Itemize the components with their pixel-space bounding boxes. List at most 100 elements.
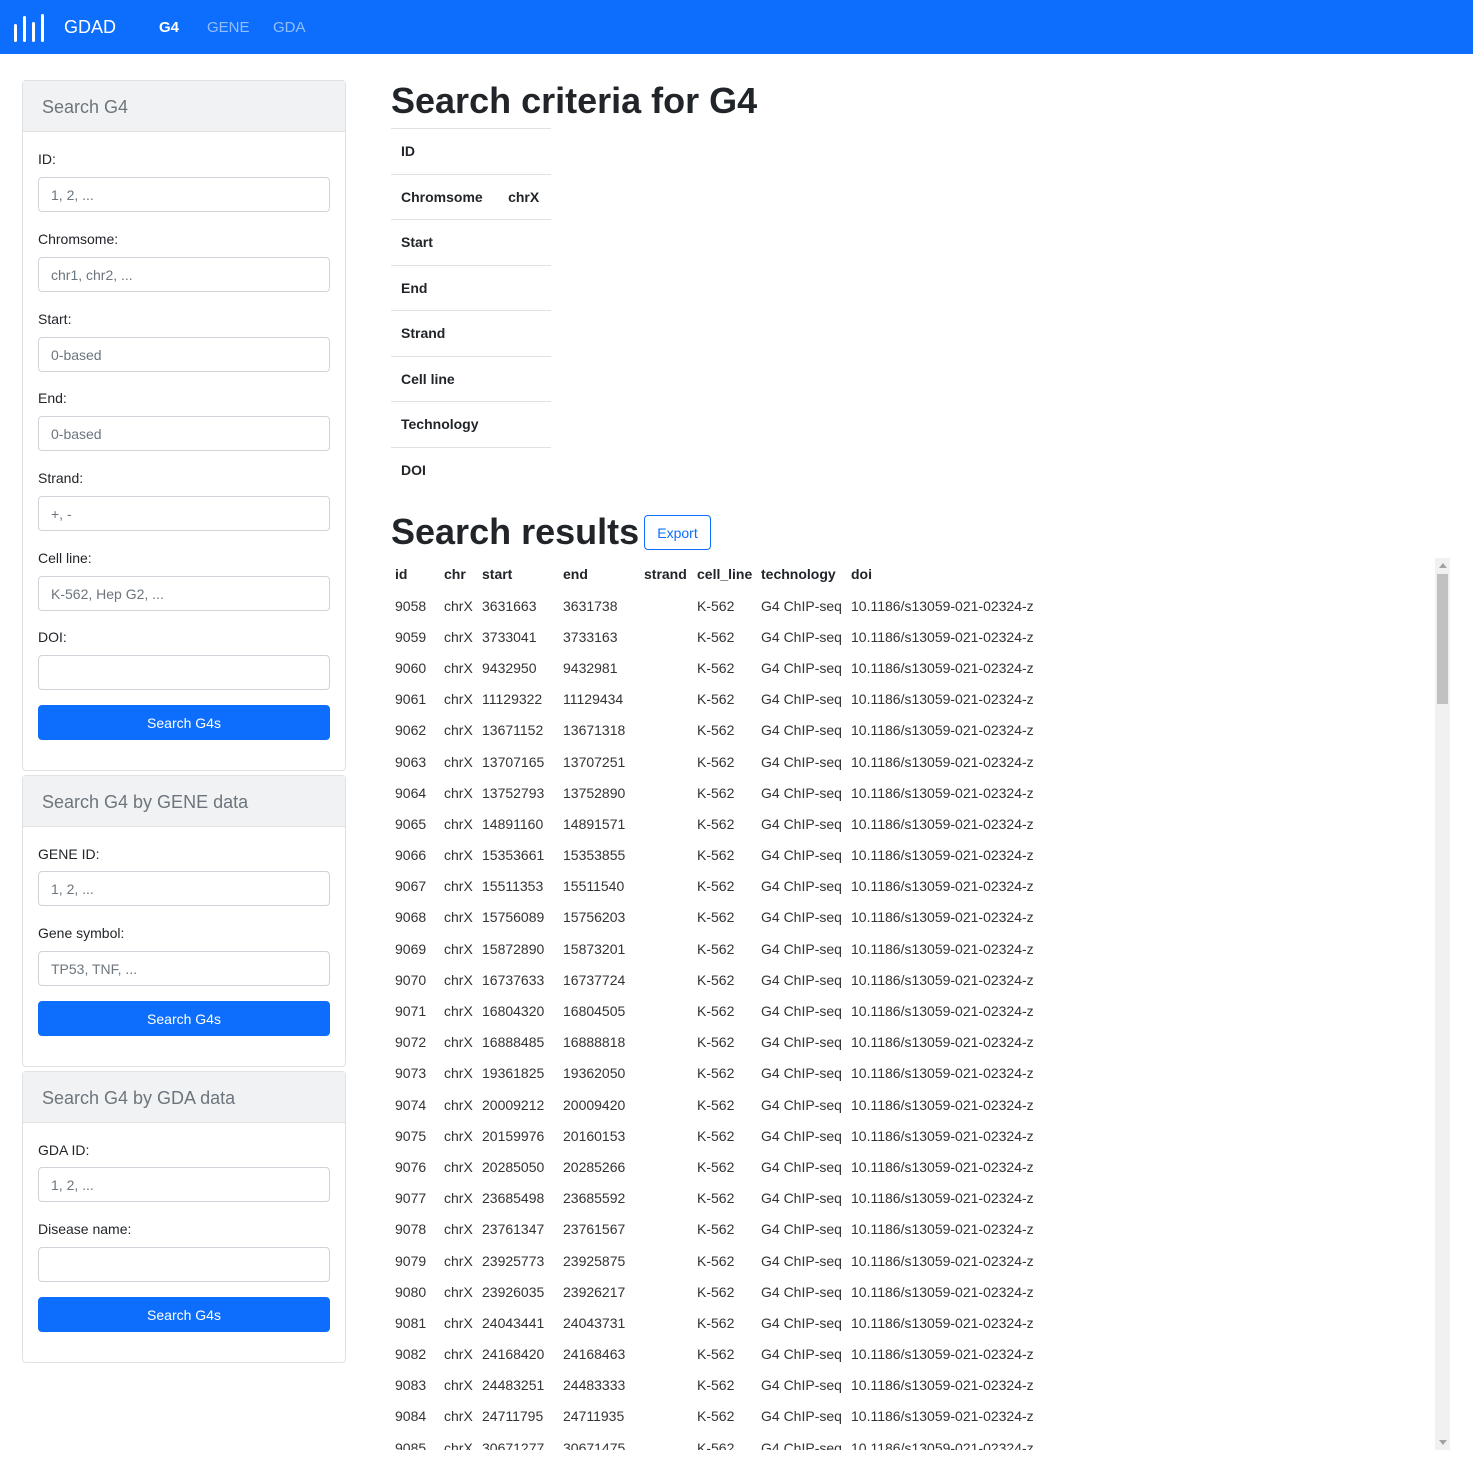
scroll-up-arrow-icon[interactable] bbox=[1439, 563, 1447, 568]
table-cell-doi: 10.1186/s13059-021-02324-z bbox=[851, 753, 1034, 770]
gene-id-input[interactable] bbox=[38, 871, 330, 906]
table-row[interactable]: 9065 chrX 14891160 14891571 K-562 G4 ChIP-seq… bbox=[391, 808, 1038, 839]
table-cell-end: 23761567 bbox=[563, 1221, 626, 1238]
table-cell-start: 15511353 bbox=[482, 878, 544, 895]
search-g4-gda-card: Search G4 by GDA data GDA ID: Disease na… bbox=[22, 1071, 346, 1363]
table-row[interactable]: 9075 chrX 20159976 20160153 K-562 G4 ChIP-seq… bbox=[391, 1120, 1038, 1151]
table-cell-cell-line: K-562 bbox=[697, 940, 735, 957]
table-cell-id: 9062 bbox=[395, 722, 427, 739]
table-row[interactable]: 9061 chrX 11129322 11129434 K-562 G4 ChIP-seq… bbox=[391, 684, 1038, 715]
table-cell-technology: G4 ChIP-seq bbox=[761, 1346, 842, 1363]
start-input[interactable] bbox=[38, 337, 330, 372]
nav-link-gene[interactable]: GENE bbox=[207, 19, 250, 36]
table-cell-end: 30671475 bbox=[563, 1439, 626, 1450]
nav-link-g4[interactable]: G4 bbox=[159, 19, 179, 36]
table-cell-id: 9080 bbox=[395, 1283, 427, 1300]
table-cell-strand bbox=[640, 871, 693, 902]
table-cell-technology: G4 ChIP-seq bbox=[761, 940, 842, 957]
table-cell-chr: chrX bbox=[444, 971, 473, 988]
table-row[interactable]: 9083 chrX 24483251 24483333 K-562 G4 ChIP-seq… bbox=[391, 1370, 1038, 1401]
table-row[interactable]: 9082 chrX 24168420 24168463 K-562 G4 ChIP-seq… bbox=[391, 1339, 1038, 1370]
scrollbar-thumb[interactable] bbox=[1437, 574, 1448, 704]
gda-id-label: GDA ID: bbox=[38, 1142, 90, 1158]
criteria-label: Start bbox=[391, 219, 497, 265]
table-row[interactable]: 9072 chrX 16888485 16888818 K-562 G4 ChIP-seq… bbox=[391, 1027, 1038, 1058]
table-row[interactable]: 9078 chrX 23761347 23761567 K-562 G4 ChIP-seq… bbox=[391, 1214, 1038, 1245]
doi-input[interactable] bbox=[38, 655, 330, 690]
table-cell-technology: G4 ChIP-seq bbox=[761, 815, 842, 832]
table-row[interactable]: 9069 chrX 15872890 15873201 K-562 G4 ChIP-seq… bbox=[391, 933, 1038, 964]
table-cell-doi: 10.1186/s13059-021-02324-z bbox=[851, 1034, 1034, 1051]
table-cell-strand bbox=[640, 621, 693, 652]
gene-symbol-input[interactable] bbox=[38, 951, 330, 986]
start-label: Start: bbox=[38, 311, 72, 327]
table-cell-end: 24483333 bbox=[563, 1377, 626, 1394]
table-row[interactable]: 9064 chrX 13752793 13752890 K-562 G4 ChIP-seq… bbox=[391, 777, 1038, 808]
results-scrollbar[interactable] bbox=[1435, 558, 1450, 1450]
strand-label: Strand: bbox=[38, 470, 84, 486]
table-cell-cell-line: K-562 bbox=[697, 1346, 735, 1363]
table-cell-end: 13752890 bbox=[563, 784, 626, 801]
table-cell-strand bbox=[640, 840, 693, 871]
column-header-strand: strand bbox=[644, 566, 687, 582]
table-row[interactable]: 9074 chrX 20009212 20009420 K-562 G4 ChIP-seq… bbox=[391, 1089, 1038, 1120]
table-row[interactable]: 9084 chrX 24711795 24711935 K-562 G4 ChIP-seq… bbox=[391, 1401, 1038, 1432]
table-cell-id: 9082 bbox=[395, 1346, 427, 1363]
table-row[interactable]: 9077 chrX 23685498 23685592 K-562 G4 ChIP-seq… bbox=[391, 1183, 1038, 1214]
table-cell-id: 9070 bbox=[395, 971, 427, 988]
table-row[interactable]: 9080 chrX 23926035 23926217 K-562 G4 ChIP-seq… bbox=[391, 1276, 1038, 1307]
table-row[interactable]: 9073 chrX 19361825 19362050 K-562 G4 ChIP-seq… bbox=[391, 1058, 1038, 1089]
table-row[interactable]: 9076 chrX 20285050 20285266 K-562 G4 ChIP-seq… bbox=[391, 1151, 1038, 1182]
export-button[interactable]: Export bbox=[644, 515, 711, 550]
cell-line-input[interactable] bbox=[38, 576, 330, 611]
table-cell-cell-line: K-562 bbox=[697, 878, 735, 895]
table-row[interactable]: 9062 chrX 13671152 13671318 K-562 G4 ChIP-seq… bbox=[391, 715, 1038, 746]
table-row[interactable]: 9060 chrX 9432950 9432981 K-562 G4 ChIP-seq 10… bbox=[391, 652, 1038, 683]
table-row[interactable]: 9068 chrX 15756089 15756203 K-562 G4 ChIP-seq… bbox=[391, 902, 1038, 933]
criteria-row: Strand bbox=[391, 310, 551, 356]
table-row[interactable]: 9063 chrX 13707165 13707251 K-562 G4 ChIP-seq… bbox=[391, 746, 1038, 777]
search-g4-gene-card-title: Search G4 by GENE data bbox=[23, 776, 345, 827]
strand-input[interactable] bbox=[38, 496, 330, 531]
id-input[interactable] bbox=[38, 177, 330, 212]
criteria-row: End bbox=[391, 264, 551, 311]
gdad-logo-icon[interactable] bbox=[14, 14, 46, 42]
search-g4-gda-card-title: Search G4 by GDA data bbox=[23, 1072, 345, 1123]
table-cell-strand bbox=[640, 777, 693, 808]
table-cell-chr: chrX bbox=[444, 722, 473, 739]
table-row[interactable]: 9059 chrX 3733041 3733163 K-562 G4 ChIP-seq 10… bbox=[391, 621, 1038, 652]
scroll-down-arrow-icon[interactable] bbox=[1439, 1440, 1447, 1445]
table-row[interactable]: 9071 chrX 16804320 16804505 K-562 G4 ChIP-seq… bbox=[391, 995, 1038, 1026]
table-cell-start: 15353661 bbox=[482, 847, 545, 864]
disease-name-input[interactable] bbox=[38, 1247, 330, 1282]
criteria-value bbox=[496, 219, 551, 265]
gda-id-input[interactable] bbox=[38, 1167, 330, 1202]
table-cell-doi: 10.1186/s13059-021-02324-z bbox=[851, 1158, 1034, 1175]
table-cell-chr: chrX bbox=[444, 1096, 473, 1113]
search-g4s-button[interactable]: Search G4s bbox=[38, 705, 330, 740]
search-g4s-by-gene-button[interactable]: Search G4s bbox=[38, 1001, 330, 1036]
table-cell-chr: chrX bbox=[444, 1314, 473, 1331]
table-cell-start: 23925773 bbox=[482, 1252, 545, 1269]
criteria-value: chrX bbox=[496, 173, 551, 220]
brand-name[interactable]: GDAD bbox=[64, 17, 116, 38]
table-cell-id: 9069 bbox=[395, 940, 427, 957]
table-row[interactable]: 9058 chrX 3631663 3631738 K-562 G4 ChIP-seq 10… bbox=[391, 590, 1038, 621]
table-cell-id: 9083 bbox=[395, 1377, 427, 1394]
nav-link-gda[interactable]: GDA bbox=[273, 19, 306, 36]
table-cell-id: 9081 bbox=[395, 1314, 427, 1331]
results-table-container[interactable]: id chr start end strand cell_line technology do… bbox=[391, 558, 1451, 1450]
table-cell-cell-line: K-562 bbox=[697, 1408, 735, 1425]
table-row[interactable]: 9070 chrX 16737633 16737724 K-562 G4 ChIP-seq… bbox=[391, 964, 1038, 995]
table-row[interactable]: 9081 chrX 24043441 24043731 K-562 G4 ChIP-seq… bbox=[391, 1307, 1038, 1338]
table-cell-doi: 10.1186/s13059-021-02324-z bbox=[851, 1439, 1034, 1450]
search-g4s-by-gda-button[interactable]: Search G4s bbox=[38, 1297, 330, 1332]
table-row[interactable]: 9066 chrX 15353661 15353855 K-562 G4 ChIP-seq… bbox=[391, 840, 1038, 871]
chromosome-input[interactable] bbox=[38, 257, 330, 292]
end-input[interactable] bbox=[38, 416, 330, 451]
table-row[interactable]: 9085 chrX 30671277 30671475 K-562 G4 ChIP-seq… bbox=[391, 1432, 1038, 1450]
table-row[interactable]: 9067 chrX 15511353 15511540 K-562 G4 ChIP-seq… bbox=[391, 871, 1038, 902]
table-cell-strand bbox=[640, 902, 693, 933]
table-cell-start: 16888485 bbox=[482, 1034, 545, 1051]
table-row[interactable]: 9079 chrX 23925773 23925875 K-562 G4 ChIP-seq… bbox=[391, 1245, 1038, 1276]
